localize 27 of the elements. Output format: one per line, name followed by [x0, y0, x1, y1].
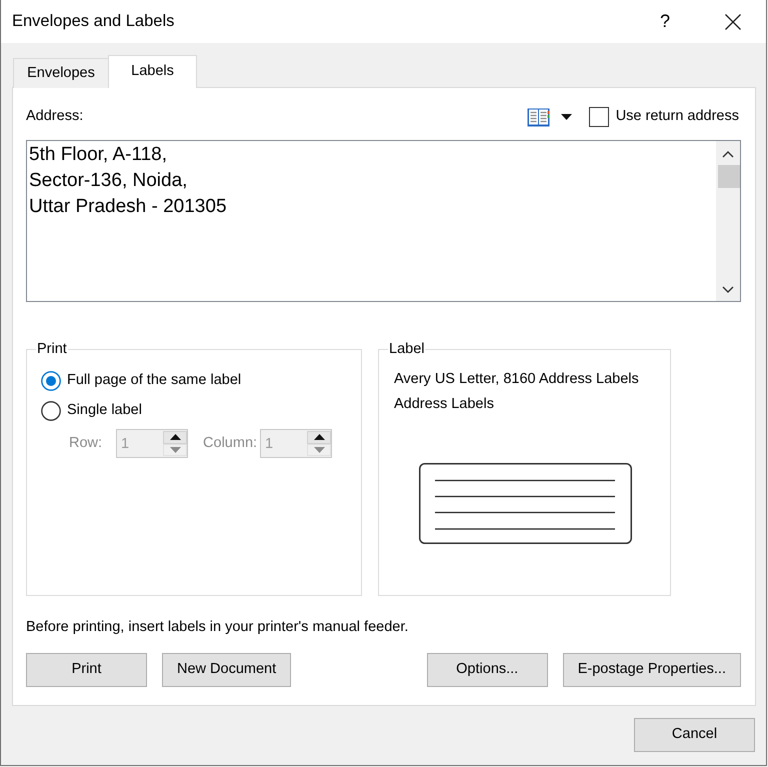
radio-label[interactable]: Single label	[67, 401, 142, 421]
group-title: Label	[388, 340, 426, 359]
action-button[interactable]: Print	[26, 653, 147, 687]
window-title: Envelopes and Labels	[12, 11, 174, 32]
action-button[interactable]: New Document	[162, 653, 292, 687]
cancel-button[interactable]: Cancel	[634, 718, 755, 752]
caret-icon[interactable]	[560, 114, 572, 120]
checkbox-label[interactable]: Use return address	[616, 107, 739, 127]
group-title: Print	[36, 340, 68, 359]
action-button[interactable]: E-postage Properties...	[562, 653, 741, 687]
label-description: Address Labels	[393, 395, 494, 414]
instruction-text: Before printing, insert labels in your printer's manual feeder.	[26, 618, 408, 637]
address-label: Address:	[26, 107, 84, 126]
radio-button[interactable]	[41, 401, 61, 421]
action-button[interactable]: Options...	[426, 653, 548, 687]
address-book-button[interactable]	[526, 108, 572, 126]
spinner-label: Row:	[69, 434, 102, 453]
help-button[interactable]: ?	[642, 9, 688, 34]
label-description: Avery US Letter, 8160 Address Labels	[393, 370, 639, 389]
book-icon[interactable]	[526, 108, 550, 126]
close-icon[interactable]	[725, 14, 741, 30]
tab[interactable]: Envelopes	[13, 58, 108, 88]
radio-label[interactable]: Full page of the same label	[67, 371, 242, 391]
spinner-label: Column:	[203, 434, 258, 453]
tab[interactable]: Labels	[108, 55, 197, 88]
checkbox[interactable]	[588, 107, 609, 127]
radio-button[interactable]	[41, 371, 61, 391]
